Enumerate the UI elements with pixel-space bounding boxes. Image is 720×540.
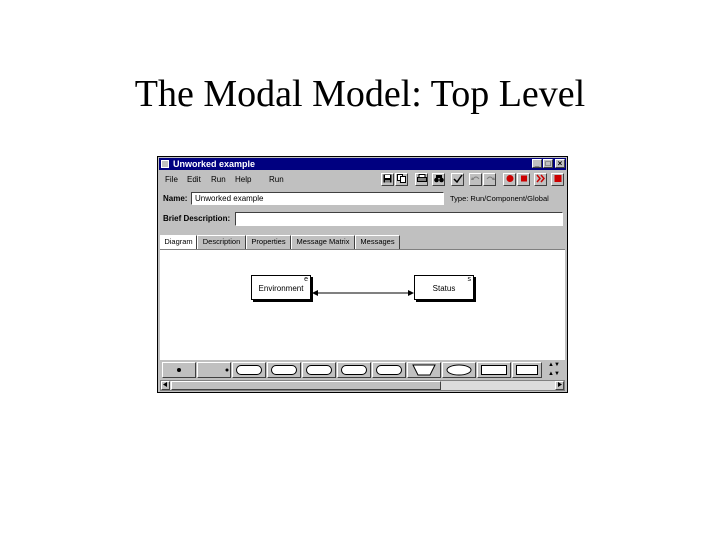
environment-node-corner: e	[304, 276, 308, 283]
tab-diagram[interactable]: Diagram	[160, 235, 197, 250]
redo-icon[interactable]	[483, 173, 496, 186]
menu-edit[interactable]: Edit	[187, 175, 201, 184]
app-window: Unworked example _ □ × File Edit Run Hel…	[157, 156, 568, 393]
slide-title: The Modal Model: Top Level	[134, 73, 586, 115]
undo-icon[interactable]	[469, 173, 482, 186]
window-title: Unworked example	[173, 159, 256, 169]
brief-description-field[interactable]	[235, 212, 563, 226]
menu-run-2[interactable]: Run	[269, 175, 284, 184]
scroll-thumb[interactable]	[171, 381, 441, 390]
menu-help[interactable]: Help	[235, 175, 251, 184]
fast-forward-icon[interactable]	[534, 173, 547, 186]
check-icon[interactable]	[451, 173, 464, 186]
palette-shape-3[interactable]	[302, 362, 336, 378]
stop-icon[interactable]	[517, 173, 530, 186]
rounded-rect-icon	[341, 365, 367, 375]
status-node-label: Status	[432, 284, 456, 293]
rect-icon	[516, 365, 538, 375]
horizontal-scrollbar[interactable]	[160, 380, 565, 391]
status-node[interactable]: Status s	[414, 275, 474, 300]
environment-node[interactable]: Environment e	[251, 275, 311, 300]
palette-shape-6[interactable]	[407, 362, 441, 378]
status-node-corner: s	[467, 276, 472, 283]
shape-palette: ▲▼ ▲▼	[160, 359, 565, 380]
rounded-rect-icon	[376, 365, 402, 375]
name-label: Name:	[163, 194, 188, 203]
palette-pointer[interactable]	[162, 362, 196, 378]
palette-shape-9[interactable]	[512, 362, 542, 378]
save-icon[interactable]	[381, 173, 394, 186]
menubar: File Edit Run Help Run	[159, 171, 566, 188]
menu-run[interactable]: Run	[211, 175, 226, 184]
palette-shape-2[interactable]	[267, 362, 301, 378]
tab-description[interactable]: Description	[197, 235, 246, 249]
menu-file[interactable]: File	[165, 175, 178, 184]
scroll-left-button[interactable]	[161, 381, 170, 390]
palette-shape-1[interactable]	[232, 362, 266, 378]
scroll-right-button[interactable]	[555, 381, 564, 390]
minimize-button[interactable]: _	[532, 159, 542, 168]
name-field[interactable]: Unworked example	[191, 192, 444, 205]
diagram-canvas[interactable]: Environment e Status s	[160, 249, 565, 360]
window-titlebar[interactable]: Unworked example _ □ ×	[159, 158, 566, 170]
tab-message-matrix[interactable]: Message Matrix	[291, 235, 355, 249]
tab-strip: Diagram Description Properties Message M…	[160, 235, 565, 250]
palette-connector[interactable]	[197, 362, 231, 378]
rounded-rect-icon	[306, 365, 332, 375]
rounded-rect-icon	[236, 365, 262, 375]
environment-node-label: Environment	[258, 284, 304, 293]
palette-scroll-down[interactable]: ▲▼	[543, 370, 565, 379]
palette-shape-4[interactable]	[337, 362, 371, 378]
binoculars-icon[interactable]	[432, 173, 445, 186]
connector-arrow	[312, 290, 414, 296]
copy-icon[interactable]	[395, 173, 408, 186]
palette-shape-8[interactable]	[477, 362, 511, 378]
palette-scroll-up[interactable]: ▲▼	[543, 361, 565, 370]
tab-messages[interactable]: Messages	[355, 235, 400, 249]
tab-properties[interactable]: Properties	[246, 235, 291, 249]
app-icon	[161, 160, 169, 168]
print-icon[interactable]	[415, 173, 428, 186]
close-button[interactable]: ×	[555, 159, 565, 168]
type-label: Type: Run/Component/Global	[450, 194, 549, 203]
palette-shape-5[interactable]	[372, 362, 406, 378]
rounded-rect-icon	[271, 365, 297, 375]
brief-description-label: Brief Description:	[163, 214, 231, 223]
maximize-button[interactable]: □	[543, 159, 553, 168]
run-record-icon[interactable]	[503, 173, 516, 186]
halt-icon[interactable]	[551, 173, 564, 186]
palette-shape-7[interactable]	[442, 362, 476, 378]
rect-icon	[481, 365, 507, 375]
